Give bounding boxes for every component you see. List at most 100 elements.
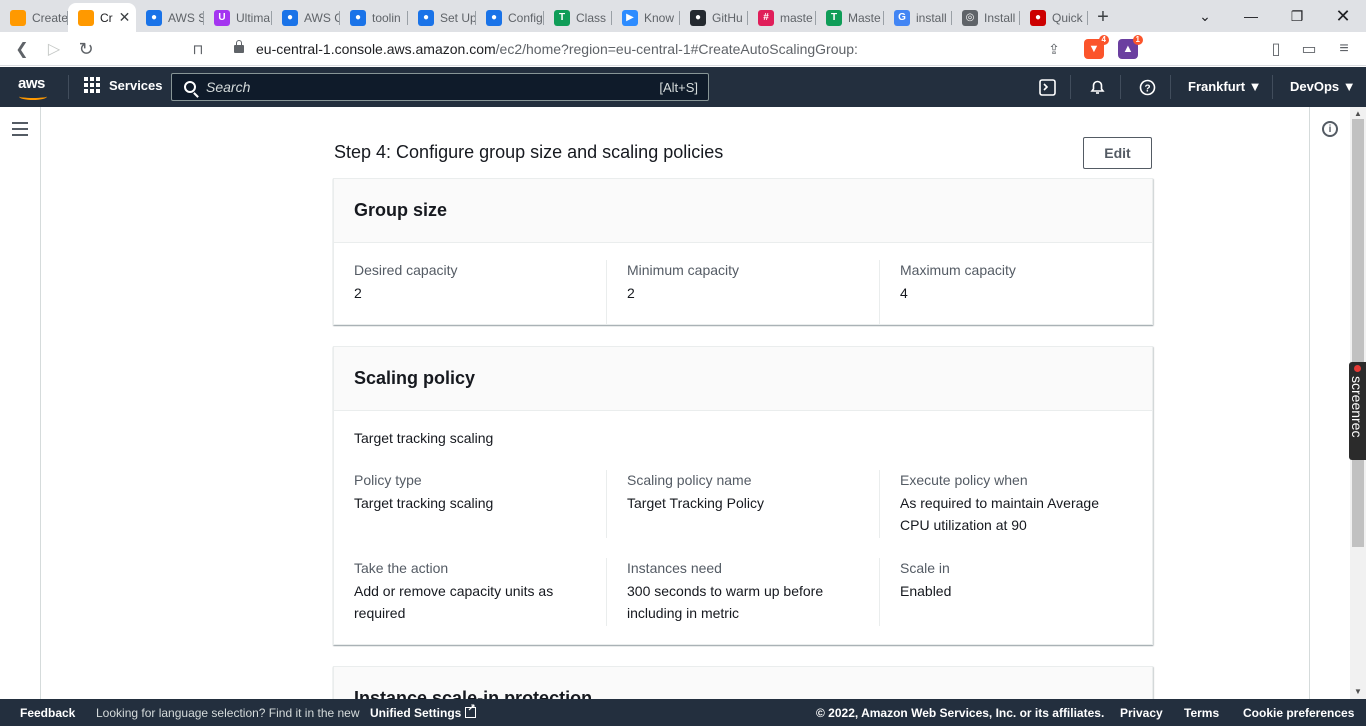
tab-label: install xyxy=(916,10,947,25)
edit-button[interactable]: Edit xyxy=(1083,137,1152,169)
browser-tab[interactable]: Create xyxy=(0,3,68,32)
services-menu-button[interactable]: Services xyxy=(84,77,163,93)
tab-label: GitHu xyxy=(712,10,743,25)
share-icon[interactable]: ⇪ xyxy=(1042,37,1066,61)
terms-link[interactable]: Terms xyxy=(1184,706,1219,720)
browser-tab[interactable]: ● AWS C xyxy=(272,3,340,32)
cookie-preferences-link[interactable]: Cookie preferences xyxy=(1243,706,1354,720)
browser-tab[interactable]: Cr ✕ xyxy=(68,3,136,32)
screenrec-widget[interactable]: screenrec xyxy=(1349,362,1366,460)
browser-tab[interactable]: ● toolin xyxy=(340,3,408,32)
sidebar-toggle-icon[interactable]: ▯ xyxy=(1264,37,1288,61)
step-title: Step 4: Configure group size and scaling… xyxy=(334,142,724,162)
scale-in-value: Enabled xyxy=(900,583,952,599)
redhat-icon: ● xyxy=(1030,9,1046,26)
browser-tab[interactable]: ● Quick xyxy=(1020,3,1088,32)
info-icon[interactable]: i xyxy=(1322,121,1338,137)
bell-icon[interactable] xyxy=(1087,77,1107,97)
wallet-icon[interactable]: ▭ xyxy=(1297,37,1321,61)
browser-toolbar: ❮ ▷ ↻ ⊓ eu-central-1.console.aws.amazon.… xyxy=(0,32,1366,66)
scaling-policy-subtitle: Target tracking scaling xyxy=(354,430,494,446)
browser-tab[interactable]: ◎ Install xyxy=(952,3,1020,32)
group-size-container: Group size Desired capacity 2 Minimum ca… xyxy=(333,178,1153,325)
slack-icon: # xyxy=(758,9,774,26)
maximum-capacity-label: Maximum capacity xyxy=(900,262,1016,278)
right-tools-rail: i xyxy=(1309,107,1350,699)
browser-tab[interactable]: ● GitHu xyxy=(680,3,748,32)
zoom-icon: ▶ xyxy=(622,9,638,26)
screenrec-label: screenrec xyxy=(1349,376,1365,438)
tab-label: Maste xyxy=(848,10,881,25)
unified-settings-link[interactable]: Unified Settings xyxy=(370,703,477,720)
instances-need-value: 300 seconds to warm up before including … xyxy=(627,583,824,621)
scale-in: Scale in Enabled xyxy=(879,558,1152,626)
new-tab-button[interactable]: + xyxy=(1088,3,1118,32)
search-bar[interactable]: [Alt+S] xyxy=(171,73,709,101)
browser-tab[interactable]: T Maste xyxy=(816,3,884,32)
brave-rewards-icon[interactable]: ▲ 1 xyxy=(1118,35,1143,59)
tab-label: Create xyxy=(32,10,68,25)
tab-search-icon[interactable]: ⌄ xyxy=(1182,0,1228,32)
browser-tab-strip: Create Cr ✕ ● AWS S U Ultima ● AWS C ● toolin ● Set … xyxy=(0,0,1366,32)
tab-label: Class xyxy=(576,10,607,25)
forward-icon[interactable]: ▷ xyxy=(42,37,66,61)
github-icon: ● xyxy=(690,9,706,26)
address-bar[interactable]: eu-central-1.console.aws.amazon.com/ec2/… xyxy=(186,36,1186,62)
minimize-icon[interactable]: — xyxy=(1228,0,1274,32)
close-tab-icon[interactable]: ✕ xyxy=(119,9,131,26)
group-size-heading: Group size xyxy=(354,200,448,220)
brave-shields-icon[interactable]: ▼ 4 xyxy=(1084,35,1109,59)
grid-icon xyxy=(84,77,100,93)
menu-icon[interactable] xyxy=(12,122,28,140)
tab-label: maste xyxy=(780,10,813,25)
scaling-policy-heading: Scaling policy xyxy=(354,368,476,388)
browser-tab[interactable]: ● Set Up xyxy=(408,3,476,32)
record-dot-icon xyxy=(1354,365,1361,372)
url-path: /ec2/home?region=eu-central-1#CreateAuto… xyxy=(495,41,858,57)
account-menu[interactable]: DevOps ▼ xyxy=(1290,79,1356,94)
close-window-icon[interactable]: ✕ xyxy=(1320,0,1366,32)
region-selector[interactable]: Frankfurt ▼ xyxy=(1188,79,1262,94)
browser-tab[interactable]: # maste xyxy=(748,3,816,32)
help-icon[interactable]: ? xyxy=(1137,77,1157,97)
browser-tab[interactable]: Ginstall xyxy=(884,3,952,32)
search-icon xyxy=(184,81,196,93)
scrollbar-thumb[interactable] xyxy=(1352,119,1364,547)
ubuntu-icon: ◎ xyxy=(962,9,978,26)
aws-logo[interactable]: aws xyxy=(18,75,50,101)
desired-capacity: Desired capacity 2 xyxy=(334,260,606,325)
scroll-up-icon[interactable]: ▲ xyxy=(1354,109,1362,118)
back-icon[interactable]: ❮ xyxy=(10,37,34,61)
tab-label: Config xyxy=(508,10,543,25)
language-prompt: Looking for language selection? Find it … xyxy=(96,706,360,720)
feedback-link[interactable]: Feedback xyxy=(20,706,75,720)
browser-tab[interactable]: U Ultima xyxy=(204,3,272,32)
svg-text:?: ? xyxy=(1144,83,1150,94)
browser-tab[interactable]: ▶ Know xyxy=(612,3,680,32)
restore-icon[interactable]: ❐ xyxy=(1274,0,1320,32)
brave-rewards-badge: 1 xyxy=(1132,35,1143,45)
aws-box-icon xyxy=(78,9,94,26)
search-input[interactable] xyxy=(206,79,660,95)
reload-icon[interactable]: ↻ xyxy=(74,37,98,61)
scroll-down-icon[interactable]: ▼ xyxy=(1354,687,1362,696)
privacy-link[interactable]: Privacy xyxy=(1120,706,1163,720)
cloudshell-icon[interactable] xyxy=(1037,77,1057,97)
browser-menu-icon[interactable]: ≡ xyxy=(1332,37,1356,61)
udemy-icon: U xyxy=(214,9,230,26)
scaling-policy-name: Scaling policy name Target Tracking Poli… xyxy=(606,470,879,538)
tab-label: AWS C xyxy=(304,10,340,25)
divider xyxy=(1120,75,1121,99)
divider xyxy=(68,75,69,99)
policy-type-label: Policy type xyxy=(354,472,422,488)
swirl-icon: ● xyxy=(418,9,434,26)
swirl-icon: ● xyxy=(146,9,162,26)
group-size-values: Desired capacity 2 Minimum capacity 2 Ma… xyxy=(334,243,1152,325)
browser-tab[interactable]: T Class xyxy=(544,3,612,32)
instances-need-label: Instances need xyxy=(627,560,722,576)
aws-top-nav: aws Services [Alt+S] ? Frankfurt ▼ DevOp… xyxy=(0,67,1366,107)
browser-tab[interactable]: ● Config xyxy=(476,3,544,32)
tab-label: Cr xyxy=(100,10,113,25)
scaling-policy-row-1: Policy type Target tracking scaling Scal… xyxy=(334,470,1152,538)
browser-tab[interactable]: ● AWS S xyxy=(136,3,204,32)
